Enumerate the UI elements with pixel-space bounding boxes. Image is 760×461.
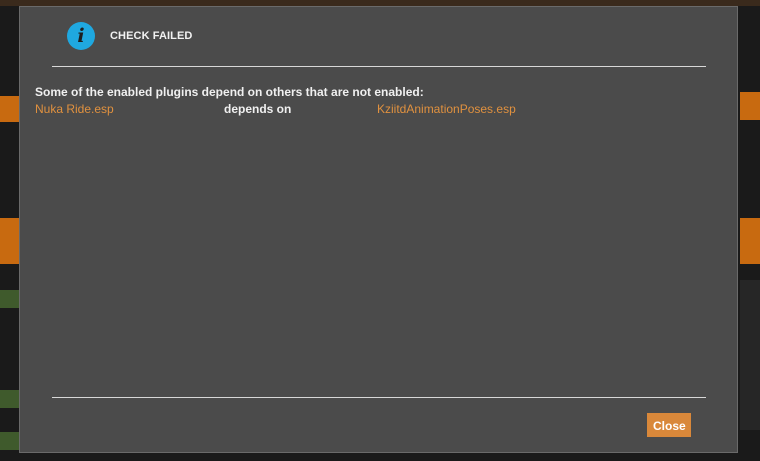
dependent-plugin-name: Nuka Ride.esp: [35, 102, 114, 116]
dependency-row: Nuka Ride.esp depends on KziitdAnimation…: [35, 102, 715, 118]
background-panel: [0, 96, 20, 122]
background-panel: [0, 290, 20, 308]
background-panel: [740, 218, 760, 264]
background-panel: [0, 432, 20, 450]
background-panel: [740, 280, 760, 430]
header-divider: [52, 66, 706, 67]
dialog-title: CHECK FAILED: [110, 30, 193, 42]
check-failed-dialog: i CHECK FAILED Some of the enabled plugi…: [19, 6, 738, 453]
background-panel: [740, 92, 760, 120]
close-button[interactable]: Close: [647, 413, 691, 437]
background-panel: [0, 218, 20, 264]
dependency-relation: depends on: [224, 102, 292, 116]
dialog-header: i CHECK FAILED: [20, 7, 737, 67]
footer-divider: [52, 397, 706, 398]
dialog-message: Some of the enabled plugins depend on ot…: [35, 85, 424, 99]
background-panel: [0, 390, 20, 408]
required-plugin-name: KziitdAnimationPoses.esp: [377, 102, 516, 116]
info-icon: i: [67, 22, 95, 50]
